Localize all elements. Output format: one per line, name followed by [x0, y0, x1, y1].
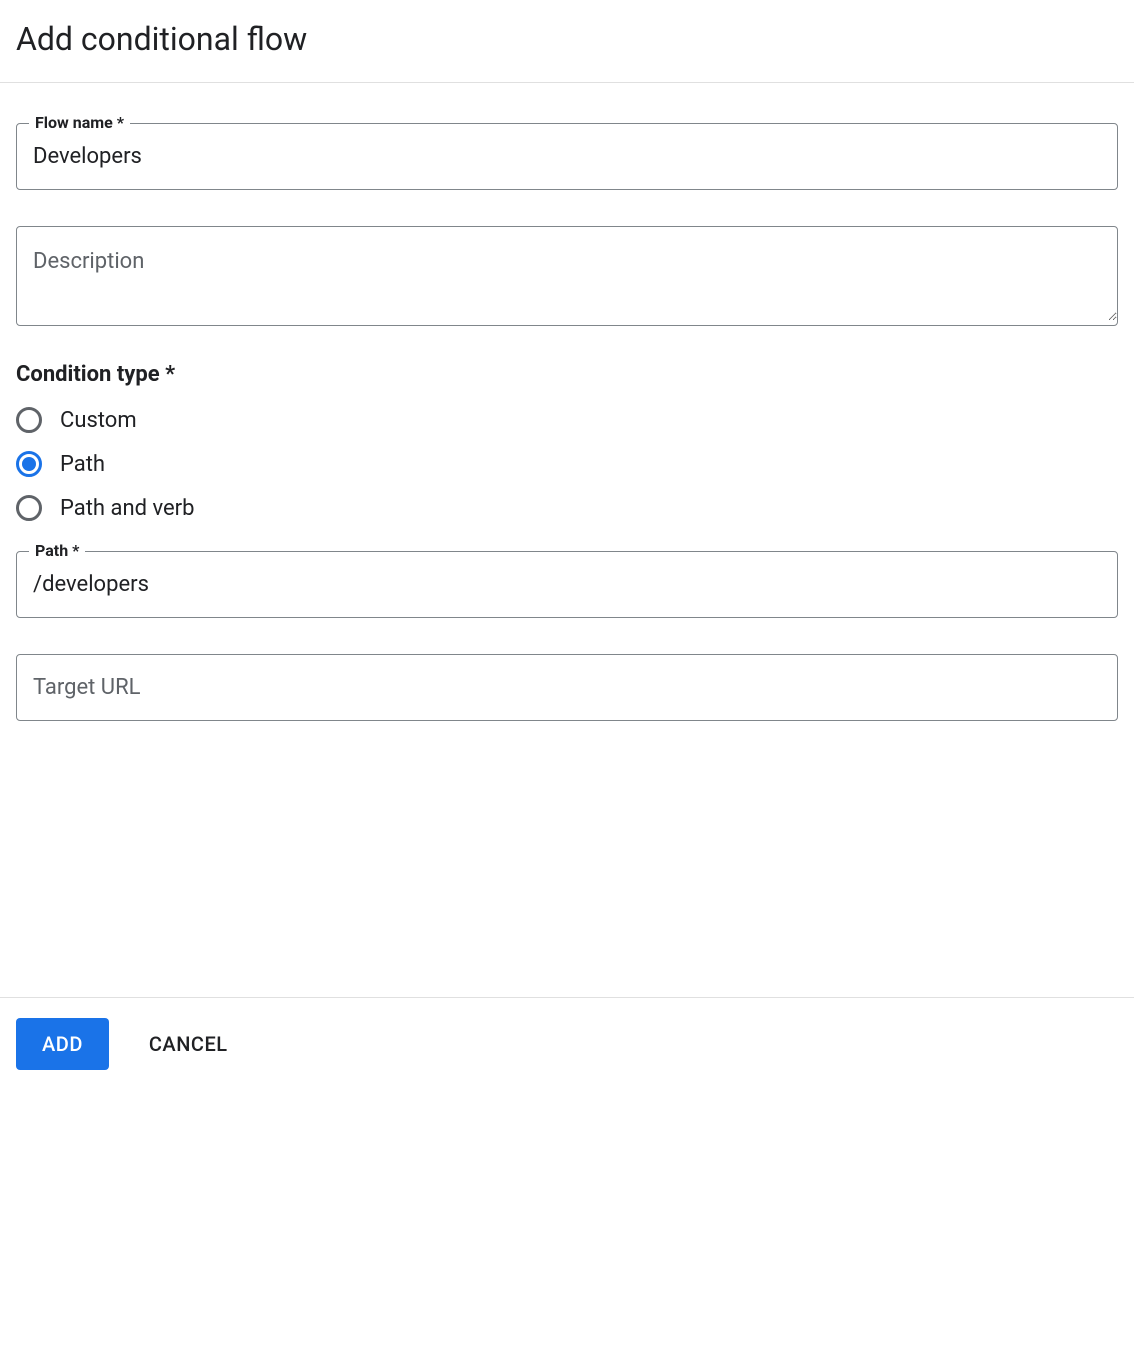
target-url-input[interactable] [17, 655, 1117, 720]
description-input[interactable] [17, 227, 1117, 321]
dialog-header: Add conditional flow [0, 0, 1134, 83]
radio-option-path-and-verb[interactable]: Path and verb [16, 495, 1118, 521]
radio-option-custom[interactable]: Custom [16, 407, 1118, 433]
radio-icon [16, 495, 42, 521]
path-input[interactable] [17, 552, 1117, 617]
flow-name-input[interactable] [17, 124, 1117, 189]
dialog-title: Add conditional flow [16, 20, 1118, 58]
dialog-footer: ADD CANCEL [0, 997, 1134, 1090]
description-field-wrapper [16, 226, 1118, 326]
path-field-wrapper: Path * [16, 551, 1118, 618]
target-url-outline [16, 654, 1118, 721]
condition-type-label: Condition type * [16, 362, 1118, 387]
flow-name-label: Flow name * [29, 113, 130, 132]
radio-option-path[interactable]: Path [16, 451, 1118, 477]
radio-icon [16, 407, 42, 433]
radio-label: Path [60, 452, 105, 477]
flow-name-field-wrapper: Flow name * [16, 123, 1118, 190]
condition-type-radio-group: Custom Path Path and verb [16, 407, 1118, 521]
dialog-content: Flow name * Condition type * Custom Path… [0, 83, 1134, 737]
flow-name-outline: Flow name * [16, 123, 1118, 190]
path-label: Path * [29, 541, 85, 560]
target-url-field-wrapper [16, 654, 1118, 721]
path-outline: Path * [16, 551, 1118, 618]
add-button[interactable]: ADD [16, 1018, 109, 1070]
radio-label: Custom [60, 408, 137, 433]
radio-icon [16, 451, 42, 477]
cancel-button[interactable]: CANCEL [141, 1018, 236, 1070]
description-outline [16, 226, 1118, 326]
radio-label: Path and verb [60, 496, 194, 521]
